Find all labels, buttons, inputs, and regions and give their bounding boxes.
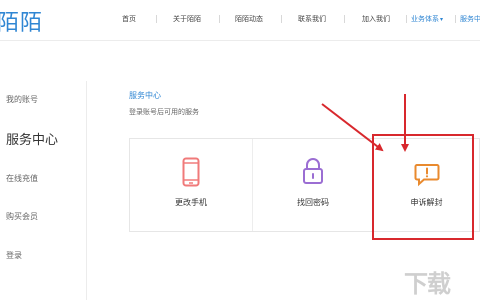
- annotation-arrows: [321, 94, 409, 152]
- arrow-diagonal: [321, 103, 384, 152]
- watermark: 下载: [404, 270, 451, 298]
